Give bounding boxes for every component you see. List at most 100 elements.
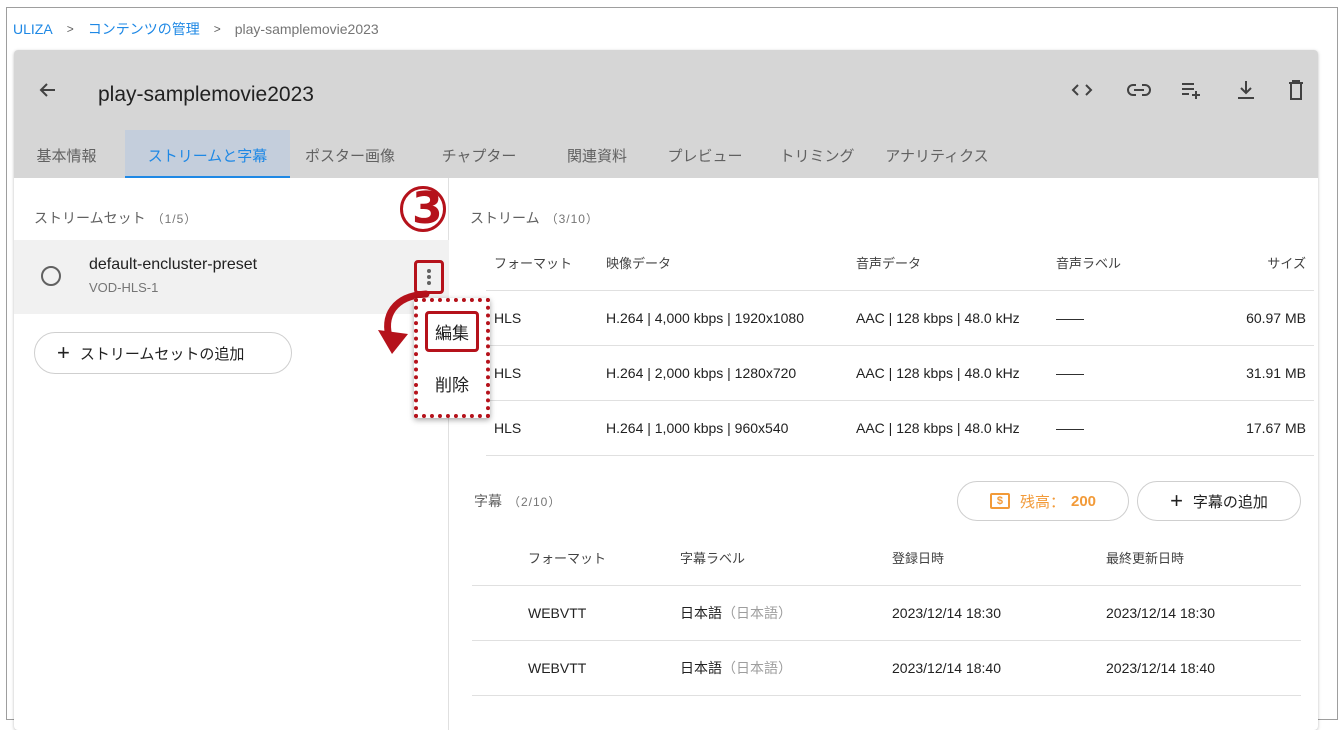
- caption-label-sub: （日本語）: [722, 604, 792, 621]
- menu-item-edit[interactable]: 編集: [414, 306, 490, 356]
- cell-format: HLS: [486, 290, 598, 346]
- tab-analytics[interactable]: アナリティクス: [872, 130, 1002, 178]
- cell-audio-label: ——: [1048, 290, 1158, 346]
- stream-title-text: ストリーム: [470, 210, 540, 226]
- stream-set-radio[interactable]: [41, 266, 61, 286]
- table-row: WEBVTT 日本語（日本語） 2023/12/14 18:30 2023/12…: [472, 585, 1301, 641]
- stream-set-title: ストリームセット （1/5）: [34, 208, 197, 228]
- menu-item-delete-label: 削除: [435, 375, 469, 395]
- tab-preview[interactable]: プレビュー: [650, 130, 760, 178]
- caption-label-text: 日本語: [680, 659, 722, 676]
- tab-bar: 基本情報 ストリームと字幕 ポスター画像 チャプター 関連資料 プレビュー トリ…: [14, 130, 1318, 178]
- column-header-size: サイズ: [1158, 236, 1314, 291]
- breadcrumb-current: play-samplemovie2023: [234, 21, 379, 37]
- stream-table: フォーマット 映像データ 音声データ 音声ラベル サイズ HLS H.264 |…: [486, 236, 1314, 456]
- column-header-audio: 音声データ: [848, 236, 1048, 291]
- cell-caption-label: 日本語（日本語）: [680, 640, 892, 696]
- table-row: HLS H.264 | 4,000 kbps | 1920x1080 AAC |…: [486, 290, 1314, 346]
- table-row: WEBVTT 日本語（日本語） 2023/12/14 18:40 2023/12…: [472, 640, 1301, 696]
- trash-icon[interactable]: [1282, 76, 1310, 104]
- cell-video: H.264 | 2,000 kbps | 1280x720: [598, 345, 848, 401]
- coin-icon: $: [989, 493, 1010, 509]
- column-header-created: 登録日時: [892, 530, 1106, 586]
- cell-audio: AAC | 128 kbps | 48.0 kHz: [848, 345, 1048, 401]
- download-icon[interactable]: [1232, 76, 1260, 104]
- card-header: play-samplemovie2023 基本情報 ストリームと字幕 ポスター画…: [14, 50, 1318, 178]
- caption-label-sub: （日本語）: [722, 659, 792, 676]
- column-header-format: フォーマット: [528, 530, 680, 586]
- cell-updated: 2023/12/14 18:40: [1106, 640, 1301, 696]
- cell-format: HLS: [486, 345, 598, 401]
- breadcrumb-root-link[interactable]: ULIZA: [13, 21, 53, 37]
- table-header-row: フォーマット 映像データ 音声データ 音声ラベル サイズ: [486, 236, 1314, 291]
- balance-value: 200: [1070, 492, 1097, 510]
- code-icon[interactable]: [1068, 76, 1096, 104]
- breadcrumb-separator: >: [213, 22, 221, 36]
- stream-count: （3/10）: [545, 212, 599, 226]
- breadcrumb-section-link[interactable]: コンテンツの管理: [88, 19, 200, 39]
- menu-item-edit-label: 編集: [425, 310, 479, 352]
- page-title: play-samplemovie2023: [98, 83, 314, 106]
- column-header-format: フォーマット: [486, 236, 598, 291]
- column-header-audio-label: 音声ラベル: [1048, 236, 1158, 291]
- cell-size: 31.91 MB: [1158, 345, 1314, 401]
- cell-spacer: [472, 640, 528, 696]
- stream-set-menu: 編集 削除: [414, 298, 490, 418]
- cell-format: WEBVTT: [528, 640, 680, 696]
- cell-audio-label: ——: [1048, 345, 1158, 401]
- balance-badge[interactable]: $ 残高： 200: [957, 481, 1129, 521]
- step-number: 3: [412, 183, 443, 234]
- caption-title-text: 字幕: [474, 493, 502, 509]
- stream-set-name: default-encluster-preset: [89, 256, 258, 273]
- more-vert-icon[interactable]: [414, 260, 444, 294]
- cell-audio: AAC | 128 kbps | 48.0 kHz: [848, 290, 1048, 346]
- stream-set-count: （1/5）: [151, 212, 198, 226]
- plus-icon: +: [1170, 488, 1183, 513]
- breadcrumb: ULIZA > コンテンツの管理 > play-samplemovie2023: [13, 19, 379, 39]
- playlist-add-icon[interactable]: [1178, 76, 1206, 104]
- tab-trimming[interactable]: トリミング: [762, 130, 872, 178]
- caption-label-text: 日本語: [680, 604, 722, 621]
- cell-audio-label: ——: [1048, 400, 1158, 456]
- caption-count: （2/10）: [508, 495, 562, 509]
- column-header-caption-label: 字幕ラベル: [680, 530, 892, 586]
- table-row: HLS H.264 | 1,000 kbps | 960x540 AAC | 1…: [486, 400, 1314, 456]
- tab-basic-info[interactable]: 基本情報: [14, 130, 119, 178]
- stream-set-panel: ストリームセット （1/5） default-encluster-preset V…: [14, 178, 449, 730]
- balance-label: 残高：: [1019, 493, 1065, 511]
- tab-related-materials[interactable]: 関連資料: [542, 130, 652, 178]
- table-row: HLS H.264 | 2,000 kbps | 1280x720 AAC | …: [486, 345, 1314, 401]
- stream-set-sub: VOD-HLS-1: [89, 280, 159, 295]
- table-header-row: フォーマット 字幕ラベル 登録日時 最終更新日時: [472, 530, 1301, 586]
- cell-updated: 2023/12/14 18:30: [1106, 585, 1301, 641]
- cell-video: H.264 | 1,000 kbps | 960x540: [598, 400, 848, 456]
- add-stream-set-button[interactable]: + ストリームセットの追加: [34, 332, 292, 374]
- cell-caption-label: 日本語（日本語）: [680, 585, 892, 641]
- cell-created: 2023/12/14 18:40: [892, 640, 1106, 696]
- tab-chapters[interactable]: チャプター: [424, 130, 534, 178]
- column-header-updated: 最終更新日時: [1106, 530, 1301, 586]
- cell-video: H.264 | 4,000 kbps | 1920x1080: [598, 290, 848, 346]
- stream-set-title-text: ストリームセット: [34, 210, 146, 226]
- plus-icon: +: [57, 340, 70, 365]
- add-stream-set-label: ストリームセットの追加: [79, 345, 245, 363]
- cell-size: 60.97 MB: [1158, 290, 1314, 346]
- cell-spacer: [472, 585, 528, 641]
- column-spacer: [472, 530, 528, 586]
- cell-created: 2023/12/14 18:30: [892, 585, 1106, 641]
- column-header-video: 映像データ: [598, 236, 848, 291]
- stream-title: ストリーム （3/10）: [470, 208, 599, 228]
- caption-title: 字幕 （2/10）: [474, 491, 561, 511]
- breadcrumb-separator: >: [66, 22, 74, 36]
- cell-audio: AAC | 128 kbps | 48.0 kHz: [848, 400, 1048, 456]
- menu-item-delete[interactable]: 削除: [414, 358, 490, 408]
- link-icon[interactable]: [1125, 76, 1153, 104]
- tab-poster-image[interactable]: ポスター画像: [290, 130, 410, 178]
- cell-format: HLS: [486, 400, 598, 456]
- add-caption-label: 字幕の追加: [1192, 493, 1268, 511]
- arrow-left-icon[interactable]: [34, 76, 62, 104]
- tab-streams-captions[interactable]: ストリームと字幕: [125, 130, 290, 178]
- cell-size: 17.67 MB: [1158, 400, 1314, 456]
- add-caption-button[interactable]: + 字幕の追加: [1137, 481, 1301, 521]
- caption-table: フォーマット 字幕ラベル 登録日時 最終更新日時 WEBVTT 日本語（日本語）…: [472, 530, 1301, 696]
